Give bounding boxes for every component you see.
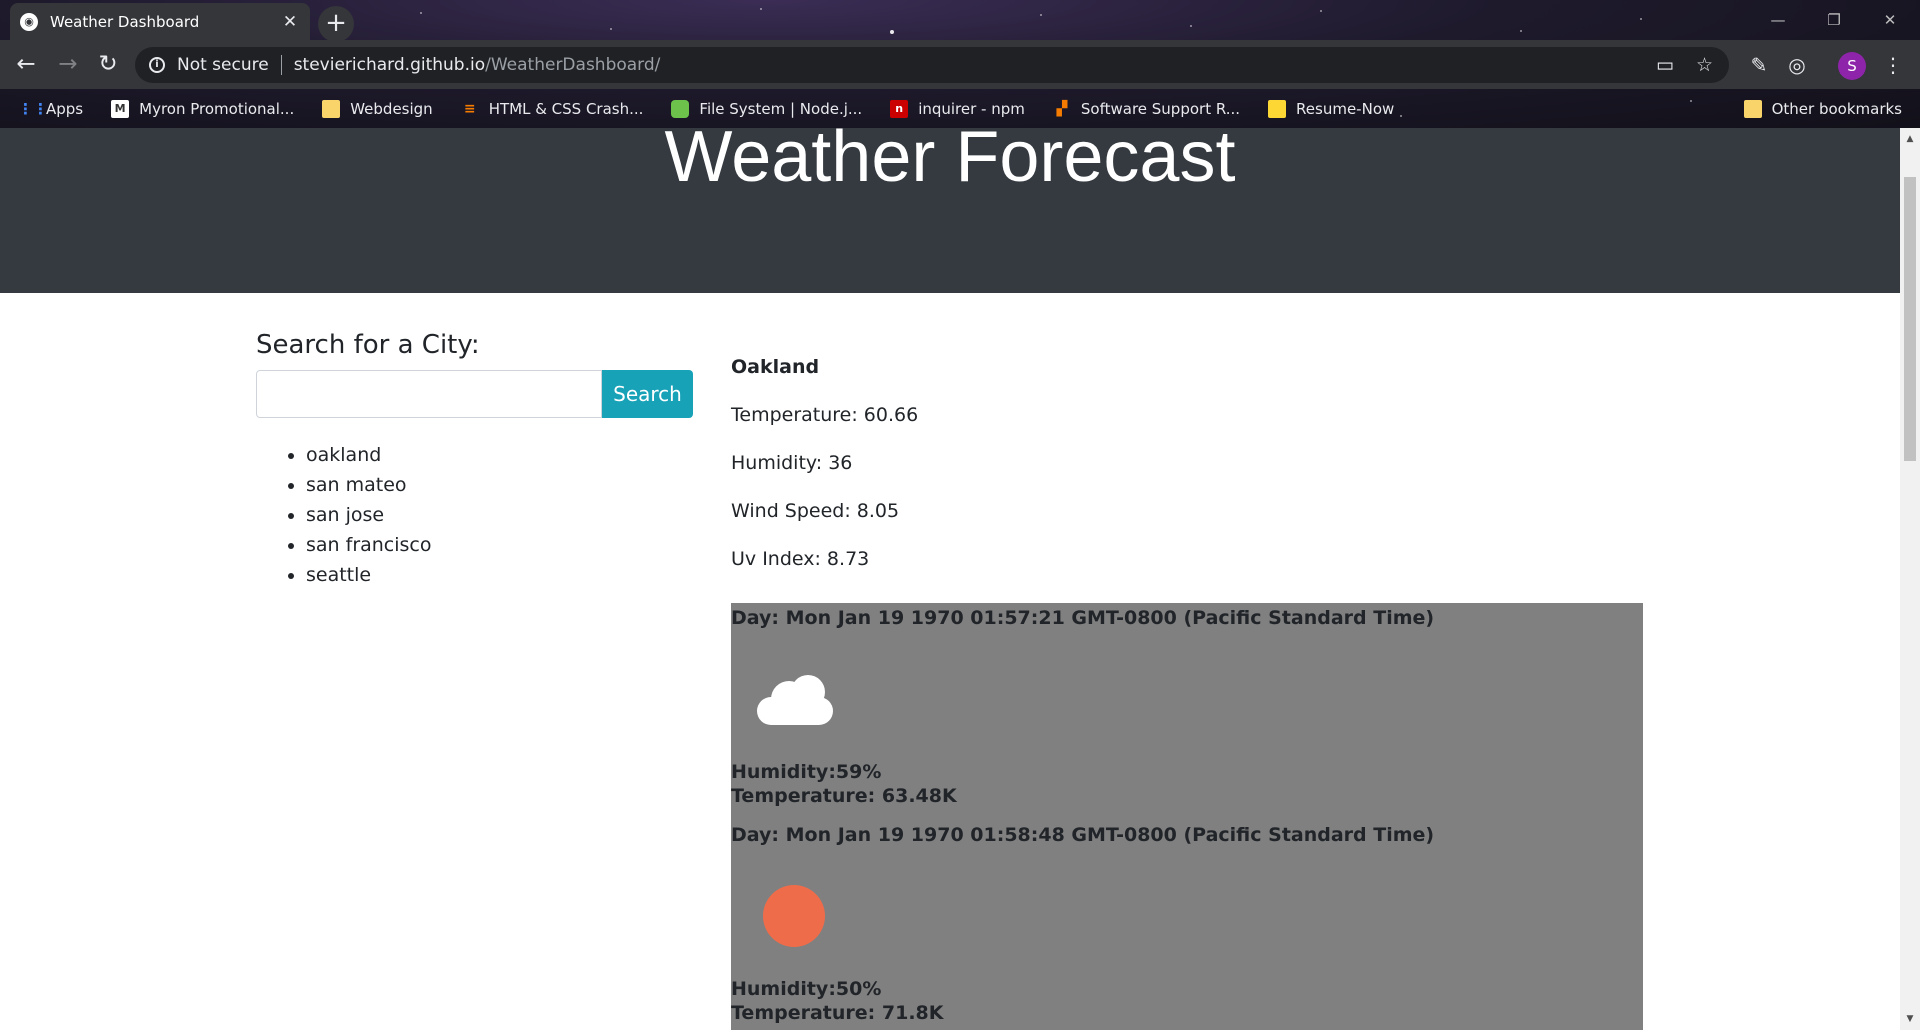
forecast-temperature: Temperature: 71.8K <box>731 1002 944 1024</box>
forward-icon[interactable]: → <box>52 49 84 81</box>
forecast-day: Day: Mon Jan 19 1970 01:57:21 GMT-0800 (… <box>731 607 1435 629</box>
forecast-day: Day: Mon Jan 19 1970 01:58:48 GMT-0800 (… <box>731 824 1435 846</box>
info-icon[interactable]: i <box>149 57 165 73</box>
search-heading: Search for a City: <box>256 330 480 360</box>
forecast-temperature: Temperature: 63.48K <box>731 785 957 807</box>
restore-icon[interactable]: ❐ <box>1806 0 1862 40</box>
minimize-icon[interactable]: — <box>1750 0 1806 40</box>
history-item[interactable]: san mateo <box>306 470 696 500</box>
scroll-up-icon[interactable]: ▲ <box>1905 134 1915 144</box>
back-icon[interactable]: ← <box>10 49 42 81</box>
close-window-icon[interactable]: ✕ <box>1862 0 1918 40</box>
profile-avatar[interactable]: S <box>1838 52 1866 80</box>
search-button[interactable]: Search <box>602 370 693 418</box>
security-label: Not secure <box>177 55 269 75</box>
html-css-icon: ≡ <box>463 100 476 117</box>
humidity-value: Humidity: 36 <box>731 452 853 474</box>
search-row: Search <box>256 370 696 418</box>
software-icon: ▞ <box>1056 100 1068 117</box>
search-history-list: oakland san mateo san jose san francisco… <box>256 440 696 590</box>
wind-speed-value: Wind Speed: 8.05 <box>731 500 900 522</box>
extension-pen-icon[interactable]: ✎ <box>1744 50 1774 80</box>
folder-icon <box>1743 99 1762 118</box>
myron-icon: M <box>111 99 130 118</box>
bookmarks-bar: ⋮⋮ Apps M Myron Promotional... Webdesign… <box>0 89 1920 128</box>
bookmark-item[interactable]: Webdesign <box>322 99 433 118</box>
extension-circle-icon[interactable]: ◎ <box>1782 50 1812 80</box>
forecast-humidity: Humidity:50% <box>731 978 882 1000</box>
bookmark-item[interactable]: ⋮⋮ Apps <box>18 100 83 118</box>
history-item[interactable]: san francisco <box>306 530 696 560</box>
city-name: Oakland <box>731 356 820 378</box>
search-panel: Search for a City: Search oakland san ma… <box>256 330 696 590</box>
browser-chrome: ◉ Weather Dashboard ✕ + — ❐ ✕ ← → ↻ i No… <box>0 0 1920 128</box>
header-banner: Weather Forecast <box>0 128 1900 293</box>
temperature-value: Temperature: 60.66 <box>731 404 919 426</box>
bookmark-item[interactable]: File System | Node.j... <box>671 99 862 118</box>
reload-icon[interactable]: ↻ <box>92 49 124 81</box>
url-host: stevierichard.github.io <box>293 55 486 75</box>
url-path: /WeatherDashboard/ <box>485 55 661 75</box>
bookmark-item[interactable]: M Myron Promotional... <box>111 99 294 118</box>
history-item[interactable]: oakland <box>306 440 696 470</box>
menu-icon[interactable]: ⋮ <box>1878 50 1908 80</box>
current-weather: Oakland Temperature: 60.66 Humidity: 36 … <box>731 356 918 596</box>
city-search-input[interactable] <box>256 370 602 418</box>
other-bookmarks[interactable]: Other bookmarks <box>1743 89 1902 128</box>
sun-icon <box>763 885 825 947</box>
forecast-panel: Day: Mon Jan 19 1970 01:57:21 GMT-0800 (… <box>731 603 1643 1030</box>
bookmark-item[interactable]: n inquirer - npm <box>890 99 1025 118</box>
bookmark-item[interactable]: ≡ HTML & CSS Crash... <box>461 100 644 118</box>
browser-toolbar: ← → ↻ i Not secure stevierichard.github.… <box>0 40 1920 89</box>
cast-icon[interactable]: ▭ <box>1656 54 1674 76</box>
bookmark-item[interactable]: ▞ Software Support R... <box>1053 100 1241 118</box>
resume-now-icon <box>1268 99 1287 118</box>
browser-tab[interactable]: ◉ Weather Dashboard ✕ <box>10 3 310 40</box>
new-tab-button[interactable]: + <box>318 6 354 42</box>
bookmark-item[interactable]: Resume-Now <box>1268 99 1394 118</box>
forecast-humidity: Humidity:59% <box>731 761 882 783</box>
address-bar[interactable]: i Not secure stevierichard.github.io /We… <box>135 47 1729 83</box>
page-scrollbar[interactable]: ▲ ▼ <box>1900 128 1920 1030</box>
scroll-thumb[interactable] <box>1904 177 1916 461</box>
folder-icon <box>322 99 341 118</box>
page-content: Weather Forecast Search for a City: Sear… <box>0 128 1900 1030</box>
url-separator <box>280 55 282 75</box>
uv-index-value: Uv Index: 8.73 <box>731 548 870 570</box>
nodejs-icon <box>671 99 690 118</box>
history-item[interactable]: san jose <box>306 500 696 530</box>
history-item[interactable]: seattle <box>306 560 696 590</box>
cloud-icon <box>757 675 833 725</box>
npm-icon: n <box>890 99 909 118</box>
page-title: Weather Forecast <box>664 128 1236 197</box>
bookmark-star-icon[interactable]: ☆ <box>1696 54 1713 76</box>
globe-icon: ◉ <box>20 12 38 31</box>
apps-grid-icon: ⋮⋮ <box>18 99 48 118</box>
scroll-down-icon[interactable]: ▼ <box>1905 1014 1915 1024</box>
close-tab-icon[interactable]: ✕ <box>280 12 300 32</box>
tab-title: Weather Dashboard <box>50 12 200 31</box>
